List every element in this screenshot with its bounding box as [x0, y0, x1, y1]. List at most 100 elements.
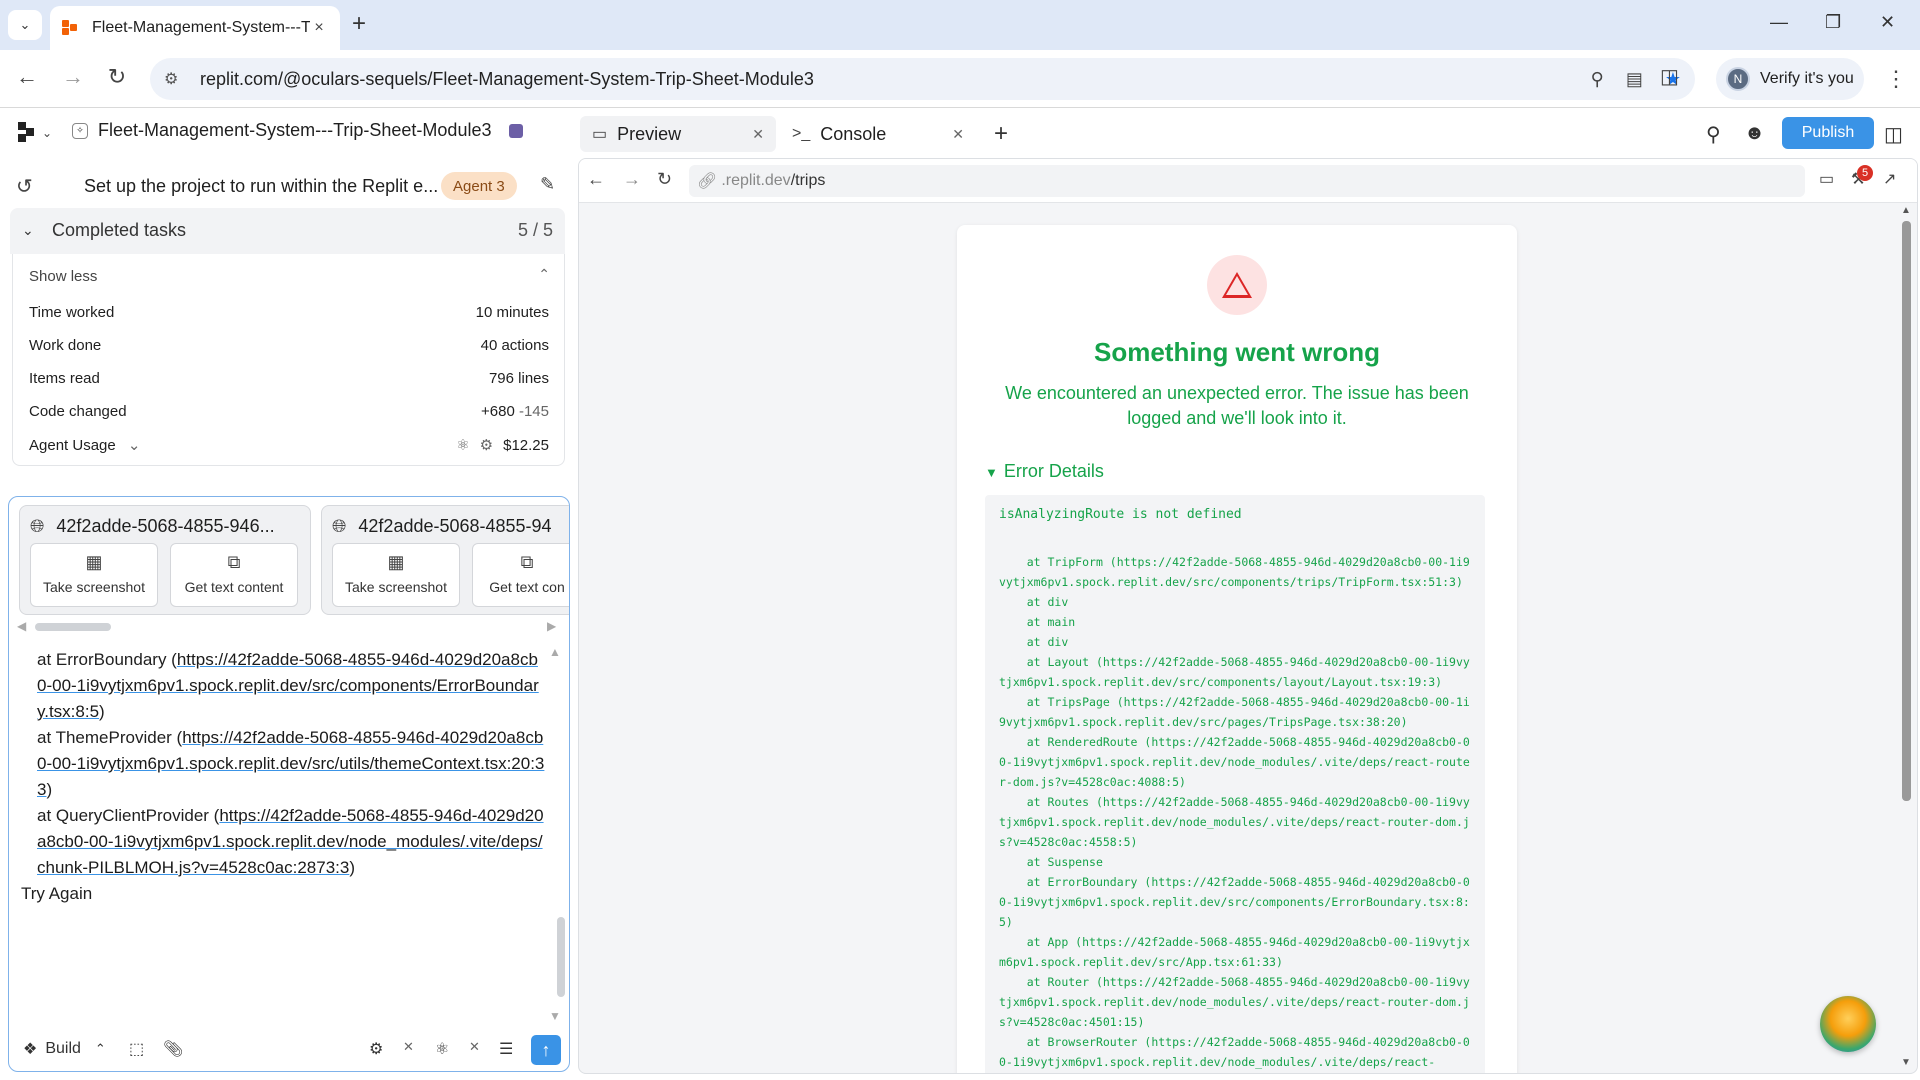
verify-label: Verify it's you	[1760, 70, 1854, 87]
select-element-icon[interactable]: ⬚	[129, 1039, 144, 1059]
invite-user-icon[interactable]: ☻	[1744, 122, 1765, 145]
chevron-down-icon: ⌄	[127, 437, 141, 454]
get-text-content-button[interactable]: ⧉ Get text con	[472, 543, 569, 607]
scrollbar-thumb[interactable]	[1902, 221, 1911, 801]
horizontal-scrollbar[interactable]	[35, 623, 111, 631]
publish-button[interactable]: Publish	[1782, 117, 1874, 149]
completed-tasks-header[interactable]: ⌄ Completed tasks 5 / 5	[10, 208, 565, 254]
replit-logo-icon[interactable]	[18, 122, 40, 144]
preview-scrollbar[interactable]: ▲ ▼	[1899, 205, 1913, 1073]
search-icon[interactable]: ⚲	[1706, 122, 1721, 147]
reload-icon[interactable]: ↻	[657, 169, 672, 190]
scroll-up-icon[interactable]: ▲	[549, 645, 561, 659]
project-status-icon	[509, 123, 524, 138]
tab-console-label: Console	[820, 123, 887, 144]
browser-tab-bar: ⌄ Fleet-Management-System---Tr × + — ❐ ✕	[0, 0, 1920, 50]
tab-search-chevron-icon[interactable]: ⌄	[8, 10, 42, 40]
url-path: /trips	[790, 172, 826, 189]
stat-label: Time worked	[29, 304, 115, 321]
stat-row-usage[interactable]: Agent Usage ⌄ ⚛ ⚙ $12.25	[29, 436, 549, 454]
project-title: Fleet-Management-System---Trip-Sheet-Mod…	[98, 120, 492, 140]
url-text: replit.com/@oculars-sequels/Fleet-Manage…	[200, 68, 814, 89]
chevron-up-icon: ⌃	[94, 1041, 106, 1056]
error-details-toggle[interactable]: ▼ Error Details	[985, 461, 1104, 482]
browser-toolbar: ← → ↻ ⚙ replit.com/@oculars-sequels/Flee…	[0, 50, 1920, 108]
back-icon[interactable]: ←	[587, 169, 605, 190]
url-domain: .replit.dev	[721, 172, 791, 189]
close-icon[interactable]: ✕	[469, 1039, 480, 1055]
chevron-up-icon[interactable]: ⌃	[538, 266, 550, 283]
devices-icon[interactable]: ▭	[1819, 169, 1834, 189]
reload-icon[interactable]: ↻	[102, 64, 132, 90]
open-new-tab-icon[interactable]: ↗	[1883, 169, 1896, 189]
tool-card-title: 42f2adde-5068-4855-946...	[56, 516, 275, 536]
project-name[interactable]: ✧ Fleet-Management-System---Trip-Sheet-M…	[72, 120, 524, 141]
composer-toolbar: ❖ Build ⌃ ⬚ 📎︎ ⚙ ✕ ⚛ ✕ ☰ ↑	[9, 1027, 569, 1071]
preview-url-bar[interactable]: 🔗︎ .replit.dev/trips	[689, 165, 1805, 197]
close-icon[interactable]: ✕	[952, 126, 964, 143]
minimize-icon[interactable]: —	[1770, 12, 1788, 33]
stack-suffix: )	[99, 702, 105, 721]
tab-preview-label: Preview	[617, 123, 682, 144]
forward-icon[interactable]: →	[623, 169, 641, 190]
triangle-down-icon: ▼	[985, 465, 998, 480]
tab-close-icon[interactable]: ×	[310, 19, 328, 37]
back-icon[interactable]: ←	[12, 64, 42, 90]
avatar: N	[1726, 67, 1750, 91]
take-screenshot-button[interactable]: ▦ Take screenshot	[30, 543, 158, 607]
site-info-icon[interactable]: ⚙	[164, 69, 188, 89]
chevron-down-icon[interactable]: ⌄	[42, 126, 52, 140]
profile-verify-button[interactable]: N Verify it's you	[1716, 58, 1864, 100]
scroll-down-icon[interactable]: ▼	[1901, 1057, 1911, 1068]
layout-toggle-icon[interactable]: ◫	[1884, 122, 1903, 147]
show-less-button[interactable]: Show less	[29, 268, 97, 285]
build-mode-button[interactable]: ❖ Build ⌃	[23, 1039, 106, 1059]
password-key-icon[interactable]: ⚲	[1591, 69, 1604, 90]
details-label: Error Details	[1003, 461, 1104, 481]
vertical-scrollbar[interactable]	[557, 917, 565, 997]
stack-suffix: )	[46, 780, 53, 799]
chevron-down-icon: ⌄	[22, 222, 34, 238]
stat-row: Items read 796 lines	[29, 370, 549, 387]
forward-icon[interactable]: →	[58, 64, 88, 90]
window-close-icon[interactable]: ✕	[1880, 12, 1895, 33]
scroll-right-icon[interactable]: ▶	[547, 619, 556, 633]
history-icon[interactable]: ↺	[16, 174, 33, 199]
try-again-text: Try Again	[21, 884, 93, 903]
extensions-icon[interactable]: ◫	[1660, 64, 1679, 89]
code-removed: -145	[518, 403, 549, 420]
tab-preview[interactable]: ▭ Preview ✕	[580, 116, 776, 152]
attach-icon[interactable]: 📎︎	[163, 1039, 183, 1059]
image-icon: ▦	[387, 552, 405, 572]
send-button[interactable]: ↑	[531, 1035, 561, 1065]
agent-panel: ↺ Set up the project to run within the R…	[0, 158, 575, 1080]
tab-console[interactable]: >_ Console ✕	[780, 116, 976, 152]
add-tab-button[interactable]: +	[994, 120, 1008, 148]
scroll-down-icon[interactable]: ▼	[549, 1009, 561, 1023]
settings-sliders-icon[interactable]: ☰	[499, 1039, 513, 1059]
task-stats: Show less ⌃ Time worked 10 minutes Work …	[12, 254, 565, 466]
address-bar[interactable]: ⚙ replit.com/@oculars-sequels/Fleet-Mana…	[150, 58, 1695, 100]
warning-icon	[1207, 255, 1267, 315]
restore-icon[interactable]: ❐	[1825, 12, 1841, 33]
browser-menu-icon[interactable]: ⋮	[1885, 66, 1907, 92]
error-message: We encountered an unexpected error. The …	[1005, 383, 1469, 428]
error-stack-trace: at TripForm (https://42f2adde-5068-4855-…	[999, 555, 1470, 1069]
browser-tab[interactable]: Fleet-Management-System---Tr ×	[50, 6, 340, 50]
error-stack-block: isAnalyzingRoute is not defined at TripF…	[985, 495, 1485, 1073]
globe-icon[interactable]: ⚛	[435, 1039, 449, 1059]
take-screenshot-button[interactable]: ▦ Take screenshot	[332, 543, 460, 607]
tool-card: 🌐︎ 42f2adde-5068-4855-94 ▦ Take screenshot…	[321, 505, 569, 615]
assistant-avatar-bubble[interactable]	[1820, 996, 1876, 1052]
get-text-content-button[interactable]: ⧉ Get text content	[170, 543, 298, 607]
scroll-left-icon[interactable]: ◀	[17, 619, 26, 633]
scroll-up-icon[interactable]: ▲	[1901, 205, 1911, 216]
close-icon[interactable]: ✕	[403, 1039, 414, 1055]
install-app-icon[interactable]: ▤	[1626, 69, 1643, 90]
chat-box: 🌐︎ 42f2adde-5068-4855-946... ▦ Take screen…	[8, 496, 570, 1072]
new-tab-button[interactable]: +	[352, 12, 366, 36]
new-chat-icon[interactable]: ✎	[540, 174, 555, 195]
publish-label: Publish	[1801, 124, 1855, 141]
cpu-icon[interactable]: ⚙	[369, 1039, 383, 1059]
close-icon[interactable]: ✕	[752, 126, 764, 143]
